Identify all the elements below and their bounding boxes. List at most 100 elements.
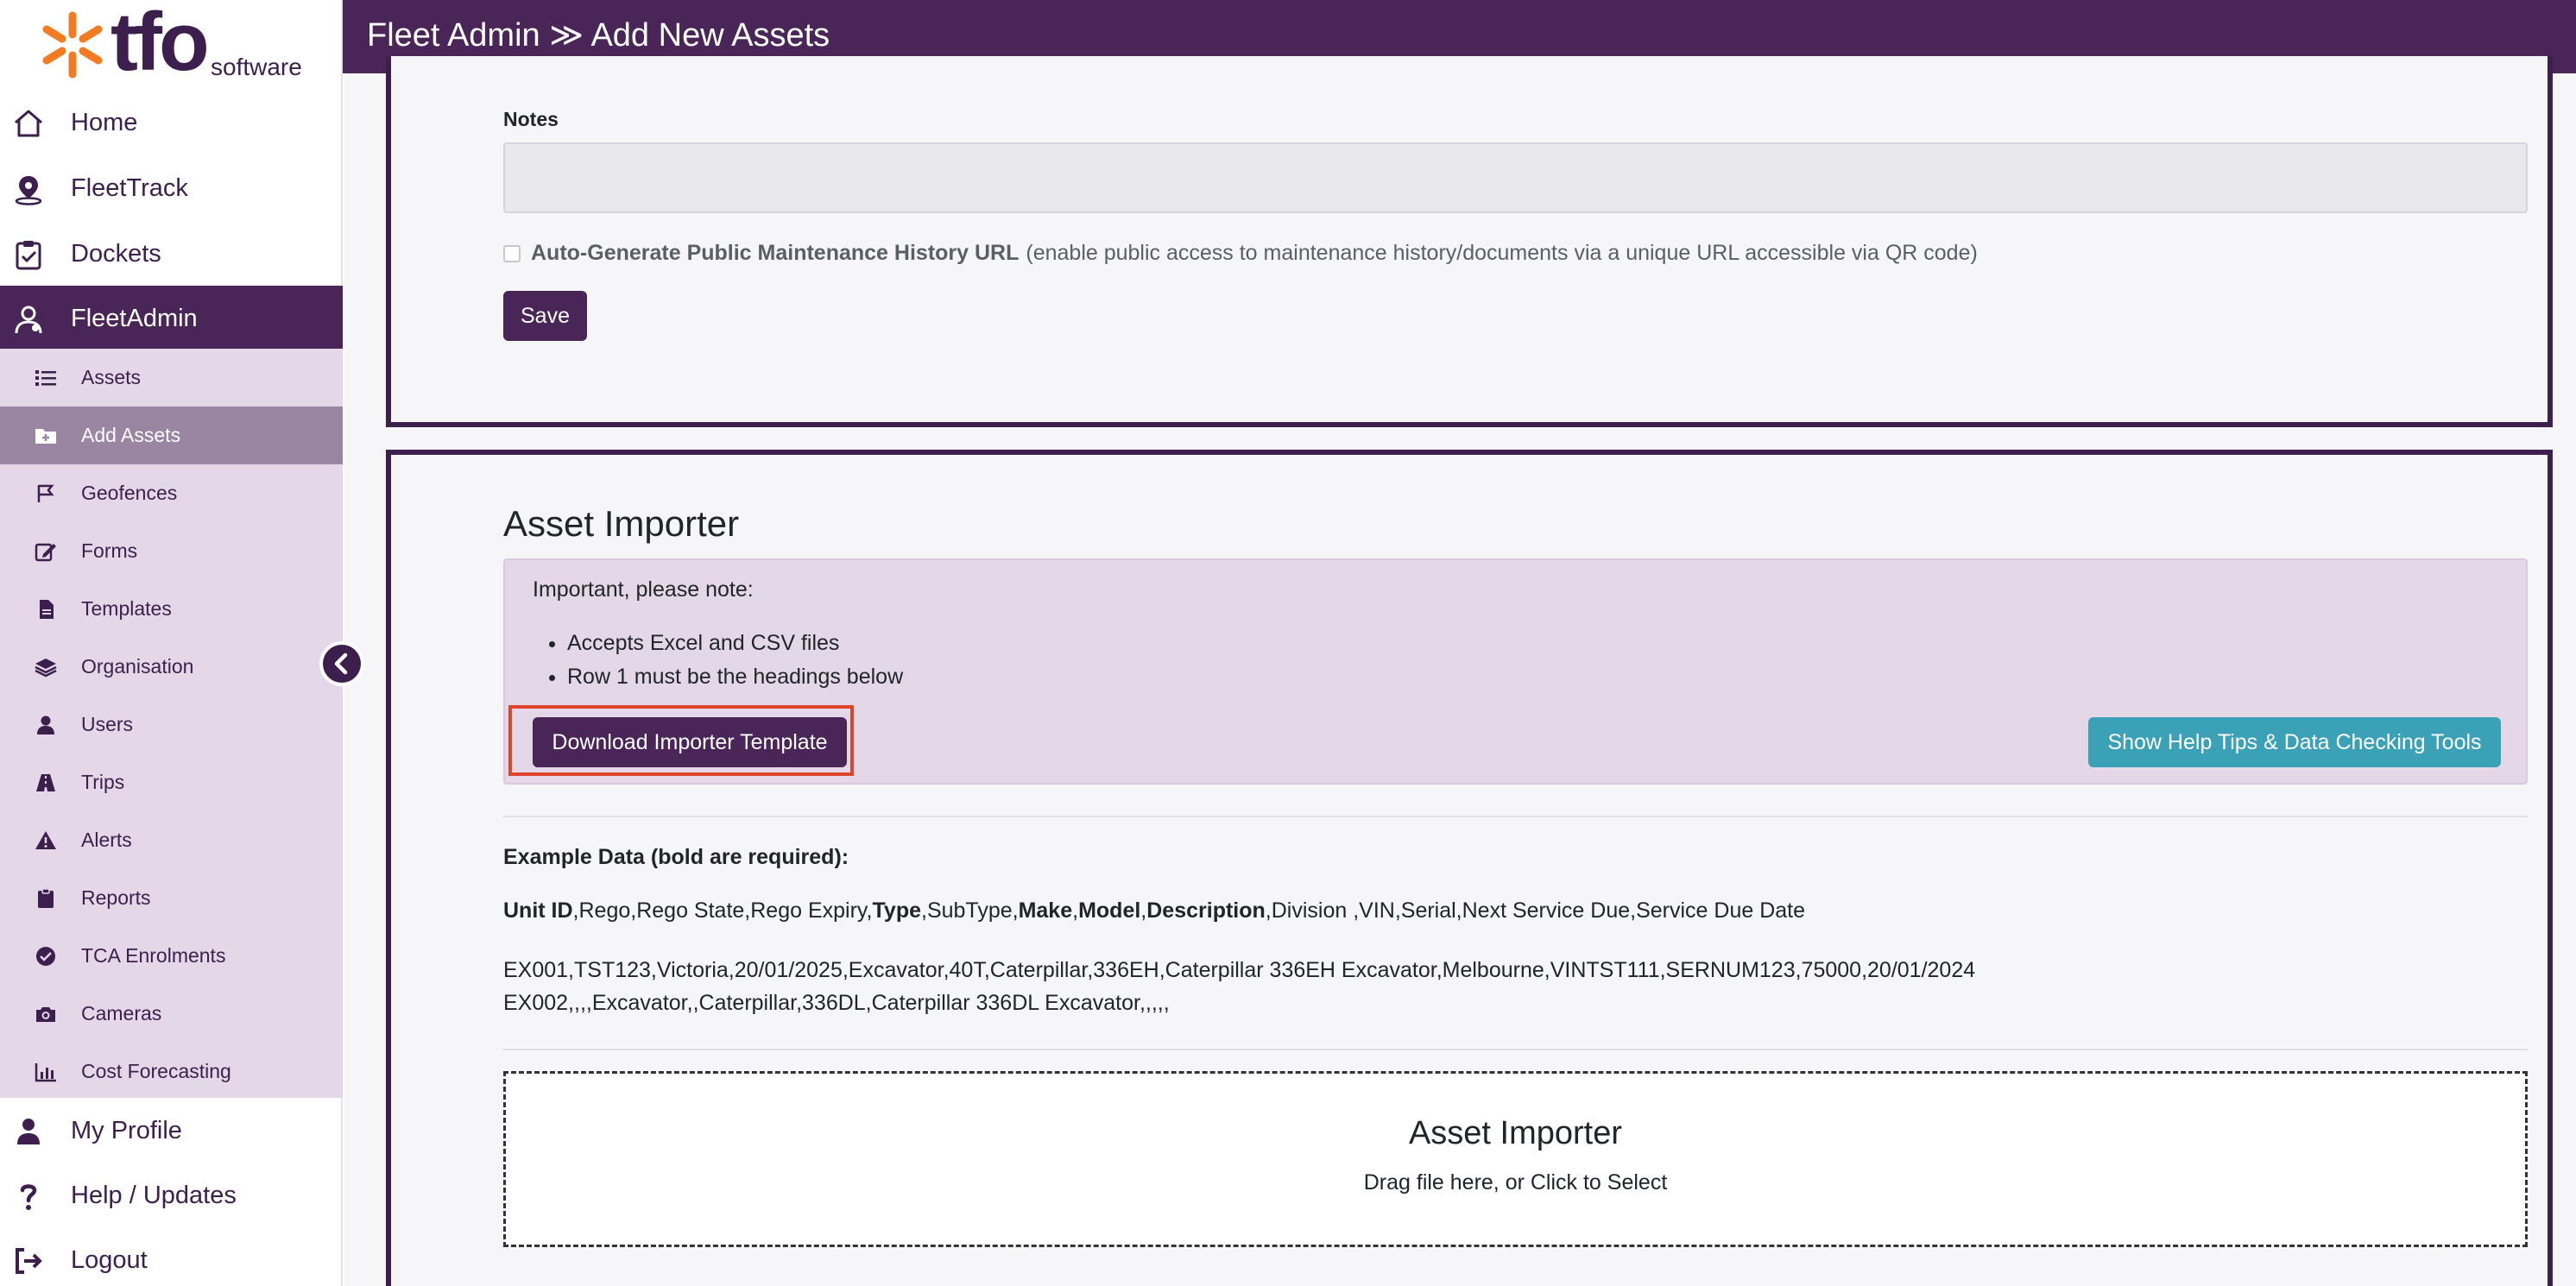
- map-pin-icon: [15, 176, 42, 205]
- clipboard-icon: [16, 241, 41, 270]
- asset-importer-card: Asset Importer Important, please note: A…: [386, 450, 2553, 1286]
- sidebar-item-label: Organisation: [81, 655, 194, 678]
- file-dropzone[interactable]: Asset Importer Drag file here, or Click …: [503, 1071, 2528, 1247]
- question-icon: [20, 1184, 37, 1210]
- show-help-tips-button[interactable]: Show Help Tips & Data Checking Tools: [2088, 717, 2501, 767]
- user-gear-icon: [15, 306, 42, 334]
- sidebar: tfo software Home FleetTrack Dockets Fle…: [0, 0, 343, 1286]
- main-content: Notes Auto-Generate Public Maintenance H…: [344, 56, 2576, 1286]
- heading-required: Make: [1018, 898, 1073, 923]
- sidebar-item-label: Templates: [81, 597, 172, 620]
- note-item: Accepts Excel and CSV files: [567, 631, 903, 656]
- user-icon: [37, 715, 54, 734]
- home-icon: [15, 110, 42, 137]
- tfo-starburst-icon: [42, 11, 103, 79]
- example-row: EX001,TST123,Victoria,20/01/2025,Excavat…: [503, 958, 1976, 982]
- auto-generate-url-option[interactable]: Auto-Generate Public Maintenance History…: [503, 241, 1978, 266]
- chart-icon: [35, 1063, 56, 1082]
- heading-optional: ,Division ,VIN,Serial,Next Service Due,S…: [1265, 898, 1806, 923]
- file-icon: [40, 600, 54, 619]
- nav-item-label: FleetTrack: [71, 173, 188, 202]
- nav-item-label: Home: [71, 108, 138, 136]
- auto-generate-url-label: Auto-Generate Public Maintenance History…: [531, 241, 1020, 265]
- divider: [503, 816, 2528, 817]
- example-data-label: Example Data (bold are required):: [503, 845, 849, 869]
- nav-item-my-profile[interactable]: My Profile: [0, 1098, 343, 1163]
- sidebar-item-cameras[interactable]: Cameras: [0, 985, 343, 1043]
- example-row: EX002,,,,Excavator,,Caterpillar,336DL,Ca…: [503, 991, 1170, 1015]
- heading-optional: ,SubType,: [921, 898, 1019, 923]
- logout-icon: [16, 1248, 42, 1274]
- sidebar-item-templates[interactable]: Templates: [0, 580, 343, 638]
- sidebar-item-forms[interactable]: Forms: [0, 522, 343, 580]
- road-icon: [36, 774, 55, 791]
- sidebar-item-add-assets[interactable]: Add Assets: [0, 407, 343, 464]
- sidebar-item-label: Trips: [81, 771, 125, 793]
- nav-item-dockets[interactable]: Dockets: [0, 221, 343, 287]
- list-icon: [35, 370, 56, 386]
- layers-icon: [35, 659, 57, 678]
- sidebar-item-assets[interactable]: Assets: [0, 349, 343, 407]
- check-circle-icon: [36, 947, 55, 966]
- column-headings: Unit ID,Rego,Rego State,Rego Expiry,Type…: [503, 898, 1805, 924]
- sidebar-item-geofences[interactable]: Geofences: [0, 464, 343, 522]
- sidebar-item-trips[interactable]: Trips: [0, 753, 343, 811]
- asset-form-card: Notes Auto-Generate Public Maintenance H…: [386, 56, 2553, 427]
- sidebar-item-label: Geofences: [81, 482, 178, 504]
- folder-plus-icon: [35, 429, 56, 444]
- note-heading: Important, please note:: [533, 577, 754, 602]
- sidebar-item-tca-enrolments[interactable]: TCA Enrolments: [0, 927, 343, 985]
- auto-generate-url-checkbox[interactable]: [503, 244, 521, 262]
- nav-item-label: FleetAdmin: [71, 304, 198, 332]
- sidebar-item-label: Cost Forecasting: [81, 1060, 231, 1082]
- auto-generate-url-description: (enable public access to maintenance his…: [1026, 241, 1978, 265]
- camera-icon: [36, 1007, 55, 1022]
- nav-item-label: Help / Updates: [71, 1181, 237, 1209]
- dropzone-title: Asset Importer: [1408, 1115, 1623, 1151]
- page-title: Fleet Admin ≫ Add New Assets: [367, 17, 830, 54]
- edit-icon: [35, 543, 56, 562]
- nav-item-fleetadmin[interactable]: FleetAdmin: [0, 286, 343, 351]
- sidebar-item-organisation[interactable]: Organisation: [0, 638, 343, 696]
- nav-item-label: Logout: [71, 1245, 148, 1274]
- app-window: tfo software Home FleetTrack Dockets Fle…: [0, 0, 2576, 1286]
- nav-item-home[interactable]: Home: [0, 90, 343, 155]
- nav-item-fleettrack[interactable]: FleetTrack: [0, 155, 343, 221]
- sidebar-item-alerts[interactable]: Alerts: [0, 811, 343, 869]
- save-button[interactable]: Save: [503, 291, 587, 341]
- heading-optional: ,Rego,Rego State,Rego Expiry,: [572, 898, 873, 923]
- brand-logo[interactable]: tfo software: [40, 0, 325, 88]
- example-rows: EX001,TST123,Victoria,20/01/2025,Excavat…: [503, 954, 1975, 1019]
- sidebar-item-label: Users: [81, 713, 134, 735]
- brand-name: tfo: [110, 0, 210, 88]
- heading-required: Description: [1146, 898, 1266, 923]
- map-flag-icon: [37, 484, 54, 502]
- sidebar-item-reports[interactable]: Reports: [0, 869, 343, 927]
- nav-item-help-updates[interactable]: Help / Updates: [0, 1163, 343, 1228]
- collapse-sidebar-button[interactable]: [319, 641, 364, 686]
- fleetadmin-submenu: Assets Add Assets Geofences Forms Templa…: [0, 349, 343, 1098]
- download-importer-template-button[interactable]: Download Importer Template: [533, 717, 847, 767]
- heading-required: Unit ID: [503, 898, 573, 923]
- sidebar-item-label: Add Assets: [81, 424, 181, 446]
- sidebar-item-label: Assets: [81, 366, 142, 388]
- notes-textarea[interactable]: [503, 142, 2528, 213]
- sidebar-item-label: Cameras: [81, 1002, 162, 1024]
- sidebar-item-label: Reports: [81, 886, 151, 909]
- nav-item-logout[interactable]: Logout: [0, 1227, 343, 1286]
- brand-subtitle: software: [211, 54, 302, 80]
- heading-required: Type: [872, 898, 922, 923]
- divider: [503, 1049, 2528, 1050]
- sidebar-item-label: Forms: [81, 539, 138, 562]
- important-note-box: Important, please note: Accepts Excel an…: [503, 558, 2528, 785]
- clipboard-report-icon: [38, 888, 54, 908]
- heading-required: Model: [1078, 898, 1141, 923]
- sidebar-item-cost-forecasting[interactable]: Cost Forecasting: [0, 1043, 343, 1098]
- sidebar-item-users[interactable]: Users: [0, 696, 343, 753]
- warning-icon: [35, 831, 56, 849]
- nav-item-label: Dockets: [71, 239, 161, 268]
- sidebar-item-label: TCA Enrolments: [81, 944, 226, 967]
- chevron-left-icon: [334, 652, 348, 675]
- nav-item-label: My Profile: [71, 1116, 182, 1144]
- notes-label: Notes: [503, 108, 559, 130]
